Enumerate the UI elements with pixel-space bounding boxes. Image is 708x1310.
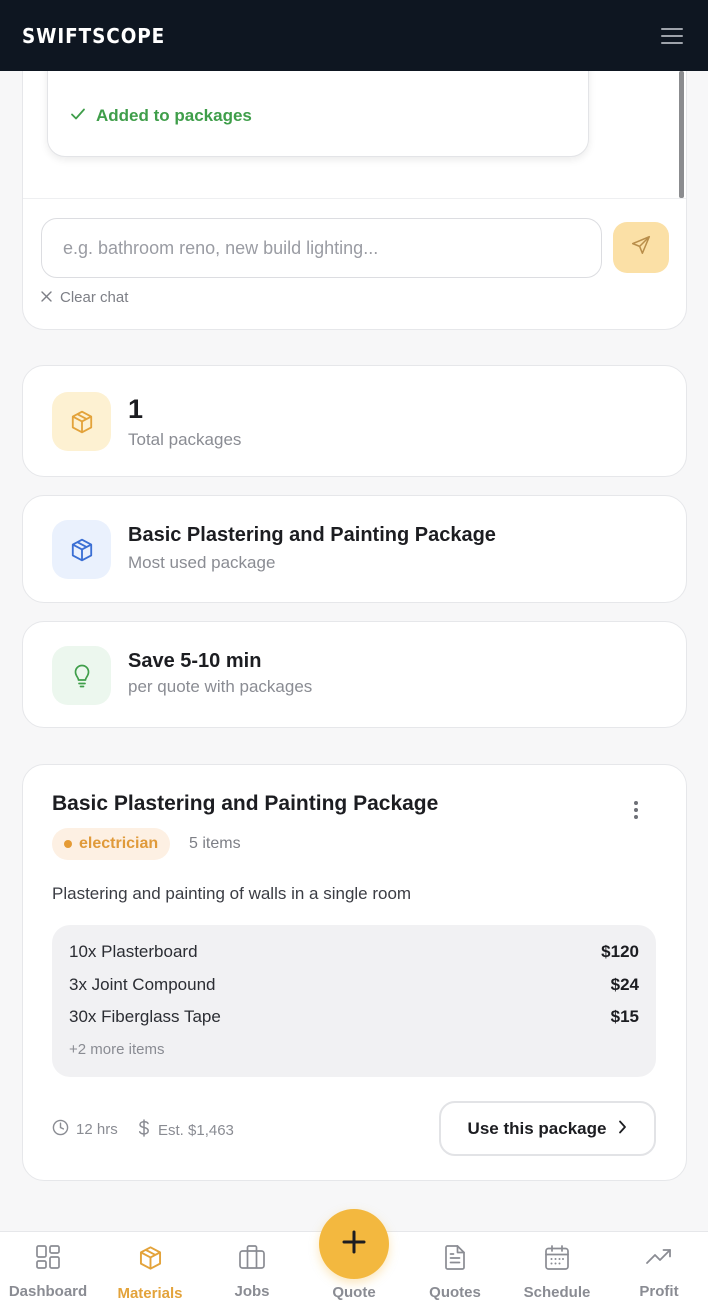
- clock-icon: [52, 1119, 69, 1140]
- nav-item-profit[interactable]: Profit: [609, 1244, 708, 1300]
- briefcase-icon: [238, 1244, 266, 1274]
- nav-item-dashboard[interactable]: Dashboard: [0, 1244, 98, 1300]
- check-icon: [70, 106, 86, 126]
- total-packages-value: 1: [128, 394, 144, 424]
- list-item: 3x Joint Compound $24: [69, 975, 639, 995]
- nav-item-quotes[interactable]: Quotes: [405, 1244, 505, 1301]
- new-quote-button[interactable]: [319, 1209, 389, 1279]
- chat-scrollbar[interactable]: [679, 71, 684, 198]
- hours-meta: 12 hrs: [52, 1119, 118, 1140]
- plus-icon: [341, 1229, 367, 1260]
- most-used-package-label: Most used package: [128, 553, 276, 572]
- send-icon: [630, 234, 652, 261]
- calendar-icon: [544, 1244, 570, 1275]
- most-used-package-title: Basic Plastering and Painting Package: [128, 524, 496, 546]
- item-price: $120: [601, 942, 639, 961]
- nav-item-schedule[interactable]: Schedule: [507, 1244, 607, 1301]
- package-description: Plastering and painting of walls in a si…: [52, 884, 412, 903]
- added-status: Added to packages: [70, 106, 252, 126]
- package-title: Basic Plastering and Painting Package: [52, 792, 439, 815]
- nav-label-quote[interactable]: Quote: [304, 1284, 404, 1301]
- package-card: Basic Plastering and Painting Package el…: [22, 764, 687, 1181]
- trade-tag-label: electrician: [79, 835, 159, 852]
- item-name: 3x Joint Compound: [69, 975, 216, 994]
- item-price: $15: [610, 1007, 639, 1026]
- dollar-icon: [138, 1119, 150, 1141]
- list-item: 10x Plasterboard $120: [69, 942, 639, 962]
- stat-card-most-used: Basic Plastering and Painting Package Mo…: [22, 495, 687, 603]
- more-options-icon[interactable]: [623, 795, 649, 825]
- estimate-meta: Est. $1,463: [138, 1119, 234, 1141]
- nav-label: Jobs: [234, 1283, 270, 1300]
- time-saved-label: per quote with packages: [128, 677, 313, 696]
- trending-up-icon: [645, 1244, 673, 1274]
- close-icon: [41, 289, 52, 306]
- stat-card-time-saved: Save 5-10 min per quote with packages: [22, 621, 687, 728]
- item-name: 30x Fiberglass Tape: [69, 1007, 221, 1026]
- trade-tag: electrician: [52, 828, 171, 860]
- box-icon: [52, 392, 111, 451]
- divider: [23, 198, 686, 199]
- use-package-label: Use this package: [467, 1118, 607, 1138]
- time-saved-title: Save 5-10 min: [128, 650, 262, 672]
- send-button[interactable]: [613, 222, 669, 273]
- package-items-list: 10x Plasterboard $120 3x Joint Compound …: [52, 925, 656, 1077]
- nav-item-materials[interactable]: Materials: [100, 1244, 200, 1302]
- chat-messages[interactable]: Added to packages: [23, 71, 686, 198]
- nav-label: Dashboard: [8, 1283, 88, 1300]
- hours-value: 12 hrs: [76, 1121, 118, 1138]
- top-bar: SWIFTSCOPE: [0, 0, 708, 71]
- tag-dot: [64, 840, 72, 848]
- estimate-value: Est. $1,463: [158, 1121, 234, 1139]
- nav-label: Materials: [117, 1285, 183, 1302]
- chat-panel: Added to packages Clear chat: [22, 71, 687, 330]
- added-status-text: Added to packages: [96, 106, 252, 125]
- dashboard-icon: [35, 1244, 61, 1274]
- list-item: 30x Fiberglass Tape $15: [69, 1007, 639, 1027]
- item-count: 5 items: [189, 835, 241, 852]
- nav-label: Profit: [639, 1283, 679, 1300]
- brand-logo[interactable]: SWIFTSCOPE: [22, 24, 165, 48]
- box-icon: [137, 1244, 164, 1276]
- item-name: 10x Plasterboard: [69, 942, 198, 961]
- document-icon: [443, 1244, 467, 1275]
- chat-input[interactable]: [41, 218, 602, 278]
- clear-chat-button[interactable]: Clear chat: [41, 289, 128, 306]
- chat-message: Added to packages: [47, 71, 589, 157]
- nav-label: Quotes: [429, 1284, 481, 1301]
- lightbulb-icon: [52, 646, 111, 705]
- chevron-right-icon: [618, 1119, 627, 1139]
- stat-card-total-packages: 1 Total packages: [22, 365, 687, 477]
- hamburger-menu-icon[interactable]: [658, 22, 686, 50]
- use-package-button[interactable]: Use this package: [439, 1101, 656, 1156]
- total-packages-label: Total packages: [128, 430, 242, 449]
- box-icon: [52, 520, 111, 579]
- item-price: $24: [610, 975, 639, 994]
- nav-label: Schedule: [523, 1284, 591, 1301]
- clear-chat-label: Clear chat: [60, 289, 129, 306]
- nav-item-jobs[interactable]: Jobs: [202, 1244, 302, 1300]
- more-items-link[interactable]: +2 more items: [69, 1041, 164, 1058]
